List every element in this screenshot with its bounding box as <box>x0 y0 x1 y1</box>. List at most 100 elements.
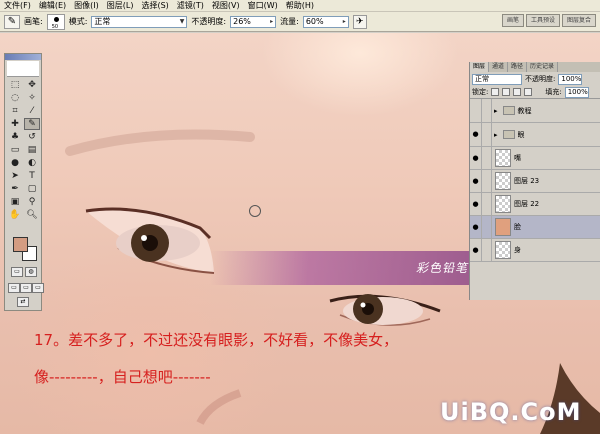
tab-layers[interactable]: 图层 <box>470 62 490 72</box>
paintbrush-icon <box>482 215 492 239</box>
menu-filter[interactable]: 滤镜(T) <box>177 0 204 12</box>
tab-paths[interactable]: 路径 <box>508 62 528 72</box>
path-select-tool-icon[interactable]: ➤ <box>7 170 23 182</box>
hand-tool-icon[interactable]: ✋ <box>7 209 23 221</box>
brush-tool-preset-icon[interactable]: ✎ <box>4 14 20 29</box>
flow-value: 60% <box>305 16 324 26</box>
brush-tip-icon <box>53 16 59 22</box>
palette-tab-tool-presets[interactable]: 工具预设 <box>525 14 560 27</box>
eye-left-highlight <box>141 235 147 241</box>
chevron-right-icon[interactable]: ▸ <box>494 131 498 139</box>
magic-wand-tool-icon[interactable]: ✧ <box>24 92 40 104</box>
eye-icon[interactable]: ● <box>470 123 482 146</box>
brush-label: 画笔: <box>24 17 43 26</box>
history-brush-tool-icon[interactable]: ↺ <box>24 131 40 143</box>
gradient-tool-icon[interactable]: ▤ <box>24 144 40 156</box>
screen-mode-standard-icon[interactable]: ▭ <box>8 283 20 293</box>
visibility-toggle-empty[interactable] <box>470 99 482 122</box>
link-cell <box>482 123 492 146</box>
layer-row[interactable]: ● 身 <box>470 238 600 262</box>
blur-tool-icon[interactable]: ● <box>7 157 23 169</box>
quick-mask-icon[interactable]: ◍ <box>25 267 37 277</box>
layer-row[interactable]: ● ▸ 眼 <box>470 123 600 147</box>
eye-icon[interactable]: ● <box>470 146 482 170</box>
eye-icon[interactable]: ● <box>470 215 482 239</box>
layer-thumbnail <box>495 149 511 167</box>
marquee-tool-icon[interactable]: ⬚ <box>7 79 23 91</box>
type-tool-icon[interactable]: T <box>24 170 40 182</box>
layer-thumbnail <box>495 172 511 190</box>
blend-mode-value: 正常 <box>475 74 489 83</box>
caption-line-1: 17。差不多了，不过还没有眼影，不好看，不像美女， <box>34 331 399 349</box>
eye-icon[interactable]: ● <box>470 192 482 216</box>
eraser-tool-icon[interactable]: ▭ <box>7 144 23 156</box>
menu-select[interactable]: 选择(S) <box>141 0 168 12</box>
blend-mode-select[interactable]: 正常 <box>472 73 522 85</box>
layer-opacity-input[interactable]: 100% <box>558 73 583 85</box>
airbrush-toggle-icon[interactable]: ✈ <box>352 14 367 29</box>
eye-icon[interactable]: ● <box>470 169 482 193</box>
layer-name: 脸 <box>514 223 521 231</box>
lock-transparency-icon[interactable] <box>491 88 500 96</box>
feather-logo-icon[interactable] <box>7 61 39 77</box>
screen-mode-full-icon[interactable]: ▭ <box>32 283 44 293</box>
menu-help[interactable]: 帮助(H) <box>286 0 314 12</box>
palette-tab-layer-comps[interactable]: 图层复合 <box>561 14 596 27</box>
brush-size-picker[interactable]: 50 <box>46 13 65 30</box>
menu-window[interactable]: 窗口(W) <box>248 0 278 12</box>
layer-row[interactable]: ● 嘴 <box>470 146 600 170</box>
tool-grid: ⬚ ✥ ◌ ✧ ⌗ ⁄ ✚ ✎ ♣ ↺ ▭ ▤ ● ◐ ➤ T ✒ ▢ ▣ ⚲ … <box>5 78 41 222</box>
link-cell <box>482 146 492 170</box>
pen-tool-icon[interactable]: ✒ <box>7 183 23 195</box>
screen-mode-full-menu-icon[interactable]: ▭ <box>20 283 32 293</box>
chevron-right-icon[interactable]: ▸ <box>494 107 498 115</box>
standard-mode-icon[interactable]: ▭ <box>11 267 23 277</box>
flow-label: 流量: <box>280 17 299 26</box>
flow-input[interactable]: 60% ▸ <box>302 15 349 28</box>
foreground-color-swatch[interactable] <box>13 237 28 252</box>
move-tool-icon[interactable]: ✥ <box>24 79 40 91</box>
lock-all-icon[interactable] <box>524 88 533 96</box>
slice-tool-icon[interactable]: ⁄ <box>24 105 40 117</box>
mode-select[interactable]: 正常 ▼ <box>91 15 188 28</box>
layer-thumbnail <box>495 195 511 213</box>
lasso-tool-icon[interactable]: ◌ <box>7 92 23 104</box>
brush-cursor-icon <box>249 205 261 217</box>
notes-tool-icon[interactable]: ▣ <box>7 196 23 208</box>
layer-row-selected[interactable]: ● 脸 <box>470 215 600 239</box>
layer-row[interactable]: ▸ 教程 <box>470 99 600 123</box>
brush-tool-icon[interactable]: ✎ <box>24 118 40 130</box>
fill-input[interactable]: 100% <box>564 86 589 98</box>
link-cell <box>482 192 492 216</box>
eyedropper-tool-icon[interactable]: ⚲ <box>24 196 40 208</box>
lock-image-icon[interactable] <box>502 88 511 96</box>
palette-tab-brushes[interactable]: 画笔 <box>501 14 524 27</box>
blend-opacity-row: 正常 不透明度: 100% <box>470 72 600 86</box>
menu-layer[interactable]: 图层(L) <box>107 0 134 12</box>
menu-image[interactable]: 图像(I) <box>74 0 99 12</box>
layer-thumbnail <box>495 241 511 259</box>
lock-position-icon[interactable] <box>513 88 522 96</box>
menu-edit[interactable]: 编辑(E) <box>39 0 66 12</box>
menu-file[interactable]: 文件(F) <box>4 0 31 12</box>
eye-icon[interactable]: ● <box>470 238 482 262</box>
tab-channels[interactable]: 通道 <box>489 62 509 72</box>
toolbox-titlebar[interactable] <box>5 54 41 60</box>
shape-tool-icon[interactable]: ▢ <box>24 183 40 195</box>
layer-name: 身 <box>514 246 521 254</box>
zoom-tool-icon[interactable]: 🔍︎ <box>24 209 40 221</box>
healing-brush-tool-icon[interactable]: ✚ <box>7 118 23 130</box>
layer-row[interactable]: ● 图层 23 <box>470 169 600 193</box>
layer-row[interactable]: ● 图层 22 <box>470 192 600 216</box>
clone-stamp-tool-icon[interactable]: ♣ <box>7 131 23 143</box>
dodge-tool-icon[interactable]: ◐ <box>24 157 40 169</box>
tab-history[interactable]: 历史记录 <box>527 62 559 72</box>
jump-to-imageready-icon[interactable]: ⇄ <box>17 297 29 307</box>
folder-icon <box>502 130 515 139</box>
crop-tool-icon[interactable]: ⌗ <box>7 105 23 117</box>
chevron-down-icon: ▼ <box>179 17 185 25</box>
menu-bar: 文件(F) 编辑(E) 图像(I) 图层(L) 选择(S) 滤镜(T) 视图(V… <box>0 0 600 12</box>
opacity-input[interactable]: 26% ▸ <box>230 15 277 28</box>
layer-name: 图层 22 <box>514 200 540 208</box>
menu-view[interactable]: 视图(V) <box>212 0 240 12</box>
